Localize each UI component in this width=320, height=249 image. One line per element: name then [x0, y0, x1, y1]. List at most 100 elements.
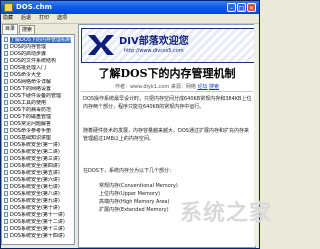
- page-icon: [4, 135, 8, 140]
- tree-item[interactable]: DOS系统安全(第十四讲): [4, 233, 72, 240]
- help-file-icon: [4, 3, 13, 12]
- tree-item[interactable]: DOS系统安全(第七讲): [4, 184, 72, 191]
- maximize-button[interactable]: □: [237, 3, 246, 12]
- tree-item[interactable]: DOS系统安全(第六讲): [4, 177, 72, 184]
- tree-item[interactable]: DOS下硬件设备的管理: [4, 93, 72, 100]
- page-icon: [4, 149, 8, 154]
- tree-item-label: DOS系统安全(第十二讲): [10, 219, 65, 225]
- page-icon: [4, 226, 8, 231]
- tree-item[interactable]: DOS常见问题解答: [4, 121, 72, 128]
- tree-item-label: DOS系统安全(第十讲): [10, 205, 60, 211]
- search-link[interactable]: 搜索: [209, 84, 219, 90]
- memory-list-item: 常规内存(Conventional Memory): [99, 183, 178, 189]
- divider: [81, 91, 253, 92]
- paragraph-2: 随着硬件技术的发展，内存容量越来越大，DOS通过扩展内存和扩充内存来管理超过1M…: [83, 128, 249, 142]
- tree-item-label: DOS下的病毒防范: [10, 107, 51, 113]
- window-title: DOS.chm: [16, 3, 52, 11]
- page-icon: [4, 212, 8, 217]
- tab-contents[interactable]: 目录: [2, 24, 19, 34]
- page-icon: [4, 114, 8, 119]
- site-banner: DIV部落欢迎您 http://www.divcss5.com: [81, 28, 255, 63]
- tree-item-label: DOS系统安全(第二讲): [10, 149, 60, 155]
- page-icon: [4, 205, 8, 210]
- tree-item[interactable]: DOS的文件系统结构: [4, 58, 72, 65]
- close-button[interactable]: ×: [247, 3, 256, 12]
- tree-item-label: DOS系统安全(第四讲): [10, 163, 60, 169]
- tree-item-label: DOS的文件系统结构: [10, 58, 56, 64]
- tree-item-label: DOS系统安全(第三讲): [10, 156, 60, 162]
- page-icon: [4, 128, 8, 133]
- x-logo-icon: [88, 35, 114, 55]
- tab-search[interactable]: 搜索: [19, 25, 36, 34]
- tree-item-label: DOS系统安全(第十三讲): [10, 226, 65, 232]
- page-icon: [4, 93, 8, 98]
- forum-link[interactable]: 论坛: [197, 84, 207, 90]
- tree-item-label: DOS系统安全(第一讲): [10, 142, 60, 148]
- page-icon: [4, 86, 8, 91]
- toolbar: 隐藏 后退 打印 选项: [1, 14, 259, 24]
- page-icon: [4, 65, 8, 70]
- back-button[interactable]: 后退: [21, 15, 31, 22]
- tree-item-label: DOS的启动步骤: [10, 51, 46, 57]
- page-icon: [4, 58, 8, 63]
- tree-item[interactable]: DOS命令参考手册: [4, 128, 72, 135]
- memory-list-item: 扩展内存(Extended Memory): [99, 207, 169, 213]
- tree-item[interactable]: DOS的内存管理: [4, 44, 72, 51]
- memory-list-item: 上位内存(Upper Memory): [99, 191, 160, 197]
- paragraph-1: DOS操作系统最早设计时，只把内存空间分成640KB常规内存和384KB上位内存…: [83, 96, 252, 110]
- tree-item[interactable]: DOS基础知识讲座: [4, 135, 72, 142]
- tree-item-label: DOS的内存管理: [10, 44, 46, 50]
- tree-item-label: DOS系统安全(第八讲): [10, 191, 60, 197]
- page-icon: [4, 170, 8, 175]
- tree-item[interactable]: DOS工具的使用: [4, 100, 72, 107]
- options-button[interactable]: 选项: [57, 15, 67, 22]
- page-icon: [4, 156, 8, 161]
- banner-url[interactable]: http://www.divcss5.com: [124, 48, 184, 54]
- paragraph-3: 在DOS下，系统内存分为以下几个部分：: [83, 168, 174, 174]
- page-icon: [4, 233, 8, 238]
- tree-item[interactable]: DOS下的磁盘管理: [4, 114, 72, 121]
- page-icon: [4, 37, 8, 42]
- tree-item[interactable]: DOS的启动步骤: [4, 51, 72, 58]
- tree-item[interactable]: DOS系统安全(第一讲): [4, 142, 72, 149]
- tree-item-label: DOS系统安全(第十四讲): [10, 233, 65, 239]
- minimize-button[interactable]: –: [227, 3, 236, 12]
- article-meta: 作者：www.diyk1.com 来源：网络 论坛 搜索: [81, 83, 253, 90]
- author-label: 作者：: [114, 84, 130, 90]
- tree-item[interactable]: DOS系统安全(第九讲): [4, 198, 72, 205]
- page-icon: [4, 219, 8, 224]
- tree-item-label: 了解DOS下的内存管理机制: [10, 37, 71, 43]
- tree-item-label: DOS网络命令详解: [10, 79, 51, 85]
- article-title: 了解DOS下的内存管理机制: [98, 67, 236, 80]
- title-bar[interactable]: DOS.chm – □ ×: [1, 1, 259, 14]
- memory-list-item: 高端内存(High Memory Area): [99, 199, 170, 205]
- tree-item[interactable]: DOS系统安全(第五讲): [4, 170, 72, 177]
- page-icon: [4, 184, 8, 189]
- print-button[interactable]: 打印: [39, 15, 49, 22]
- tree-item[interactable]: 了解DOS下的内存管理机制: [4, 37, 72, 44]
- tree-item[interactable]: DOS系统安全(第四讲): [4, 163, 72, 170]
- contents-tree[interactable]: 了解DOS下的内存管理机制 DOS的内存管理 DOS的启动步骤 DOS的文件系统结构 D…: [1, 34, 75, 245]
- hide-button[interactable]: 隐藏: [3, 15, 13, 22]
- tree-item-label: DOS系统安全(第五讲): [10, 170, 60, 176]
- tree-item[interactable]: DOS批处理入门: [4, 65, 72, 72]
- page-icon: [4, 163, 8, 168]
- tree-item[interactable]: DOS系统安全(第十二讲): [4, 219, 72, 226]
- tree-item[interactable]: DOS系统安全(第十一讲): [4, 212, 72, 219]
- tree-item[interactable]: DOS下的病毒防范: [4, 107, 72, 114]
- page-icon: [4, 100, 8, 105]
- tree-item[interactable]: DOS网络命令详解: [4, 79, 72, 86]
- page-icon: [4, 142, 8, 147]
- tree-item[interactable]: DOS系统安全(第三讲): [4, 156, 72, 163]
- tree-item-label: DOS下硬件设备的管理: [10, 93, 61, 99]
- tree-item-label: DOS下的磁盘管理: [10, 114, 51, 120]
- tree-item[interactable]: DOS系统安全(第二讲): [4, 149, 72, 156]
- tree-item[interactable]: DOS下的网络设置: [4, 86, 72, 93]
- tree-item-label: DOS命令参考手册: [10, 128, 51, 134]
- banner-headline: DIV部落欢迎您: [119, 36, 189, 47]
- tree-item[interactable]: DOS系统安全(第十三讲): [4, 226, 72, 233]
- tree-item-label: DOS系统安全(第十一讲): [10, 212, 65, 218]
- tree-item[interactable]: DOS系统安全(第十讲): [4, 205, 72, 212]
- tree-item[interactable]: DOS系统安全(第八讲): [4, 191, 72, 198]
- tree-item[interactable]: DOS命令大全: [4, 72, 72, 79]
